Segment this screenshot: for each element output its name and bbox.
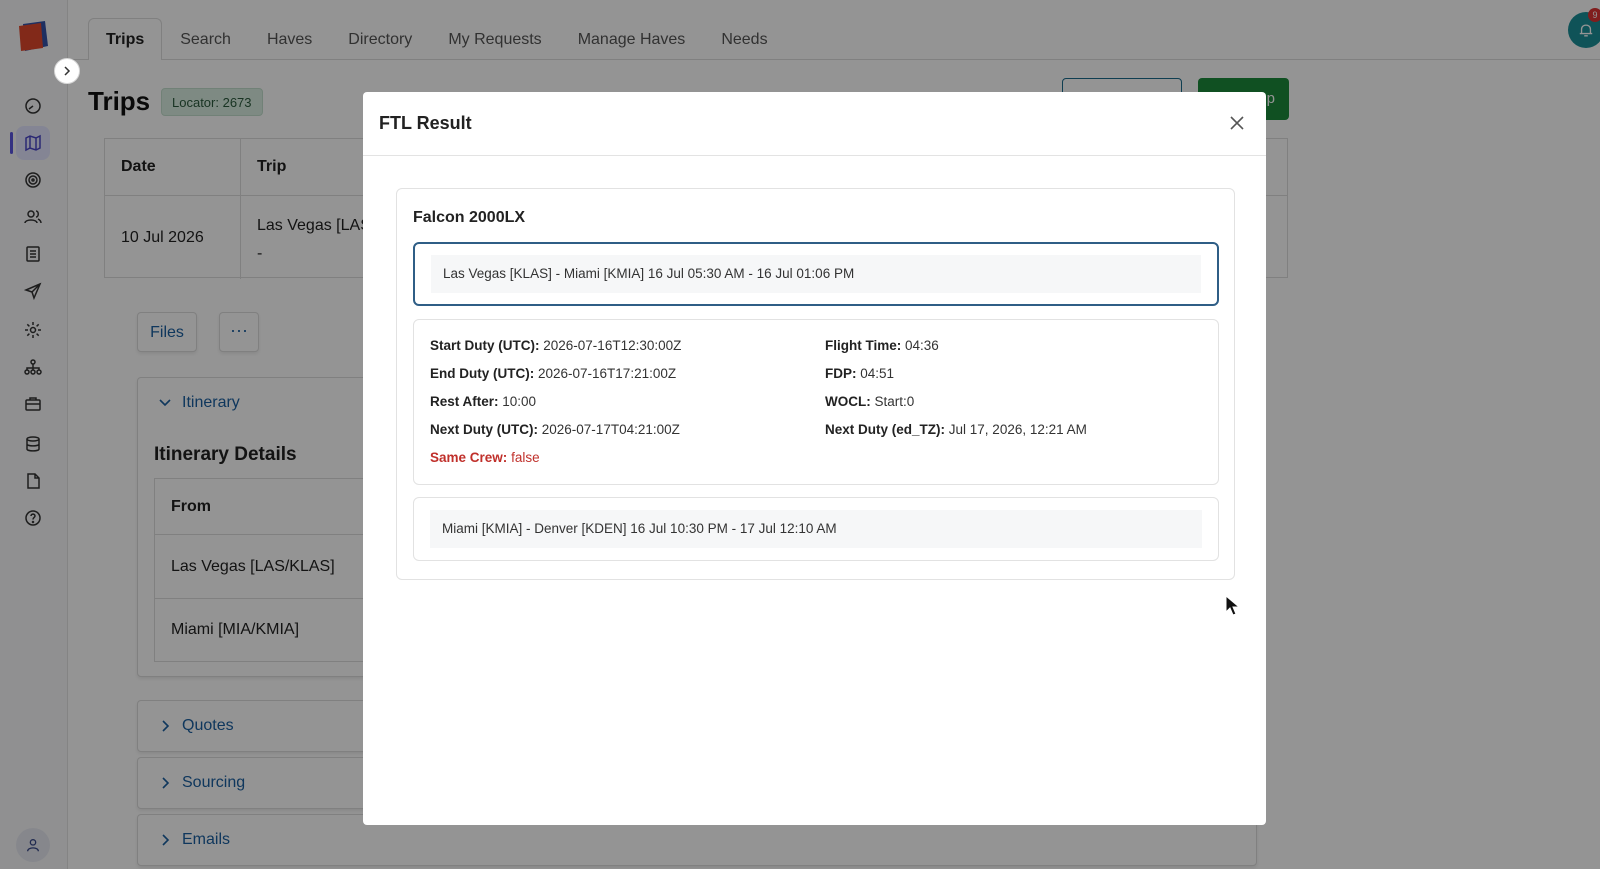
close-icon bbox=[1230, 116, 1244, 130]
next-duty: Next Duty (UTC): 2026-07-17T04:21:00Z bbox=[430, 422, 680, 437]
flight-time: Flight Time: 04:36 bbox=[825, 338, 939, 353]
leg-label: Las Vegas [KLAS] - Miami [KMIA] 16 Jul 0… bbox=[431, 255, 1201, 293]
aircraft-name: Falcon 2000LX bbox=[413, 209, 526, 226]
modal-title: FTL Result bbox=[379, 113, 472, 133]
mouse-cursor-icon bbox=[1225, 595, 1241, 616]
aircraft-card: Falcon 2000LX Las Vegas [KLAS] - Miami [… bbox=[396, 188, 1235, 580]
sidebar-collapse-button[interactable] bbox=[54, 58, 80, 84]
rest-after: Rest After: 10:00 bbox=[430, 394, 537, 409]
modal-close-button[interactable] bbox=[1226, 112, 1248, 134]
start-duty: Start Duty (UTC): 2026-07-16T12:30:00Z bbox=[430, 338, 682, 353]
leg-label: Miami [KMIA] - Denver [KDEN] 16 Jul 10:3… bbox=[430, 510, 1202, 548]
ftl-details: Start Duty (UTC): 2026-07-16T12:30:00Z E… bbox=[413, 319, 1219, 485]
modal-header: FTL Result bbox=[363, 92, 1266, 156]
ftl-result-modal: FTL Result Falcon 2000LX Las Vegas [KLAS… bbox=[363, 92, 1266, 825]
fdp: FDP: 04:51 bbox=[825, 366, 895, 381]
end-duty: End Duty (UTC): 2026-07-16T17:21:00Z bbox=[430, 366, 677, 381]
wocl: WOCL: Start:0 bbox=[825, 394, 915, 409]
chevron-right-icon bbox=[64, 66, 71, 76]
next-duty-tz: Next Duty (ed_TZ): Jul 17, 2026, 12:21 A… bbox=[825, 422, 1087, 437]
leg-selected[interactable]: Las Vegas [KLAS] - Miami [KMIA] 16 Jul 0… bbox=[413, 242, 1219, 306]
leg-item[interactable]: Miami [KMIA] - Denver [KDEN] 16 Jul 10:3… bbox=[413, 497, 1219, 561]
same-crew: Same Crew: false bbox=[430, 450, 540, 465]
